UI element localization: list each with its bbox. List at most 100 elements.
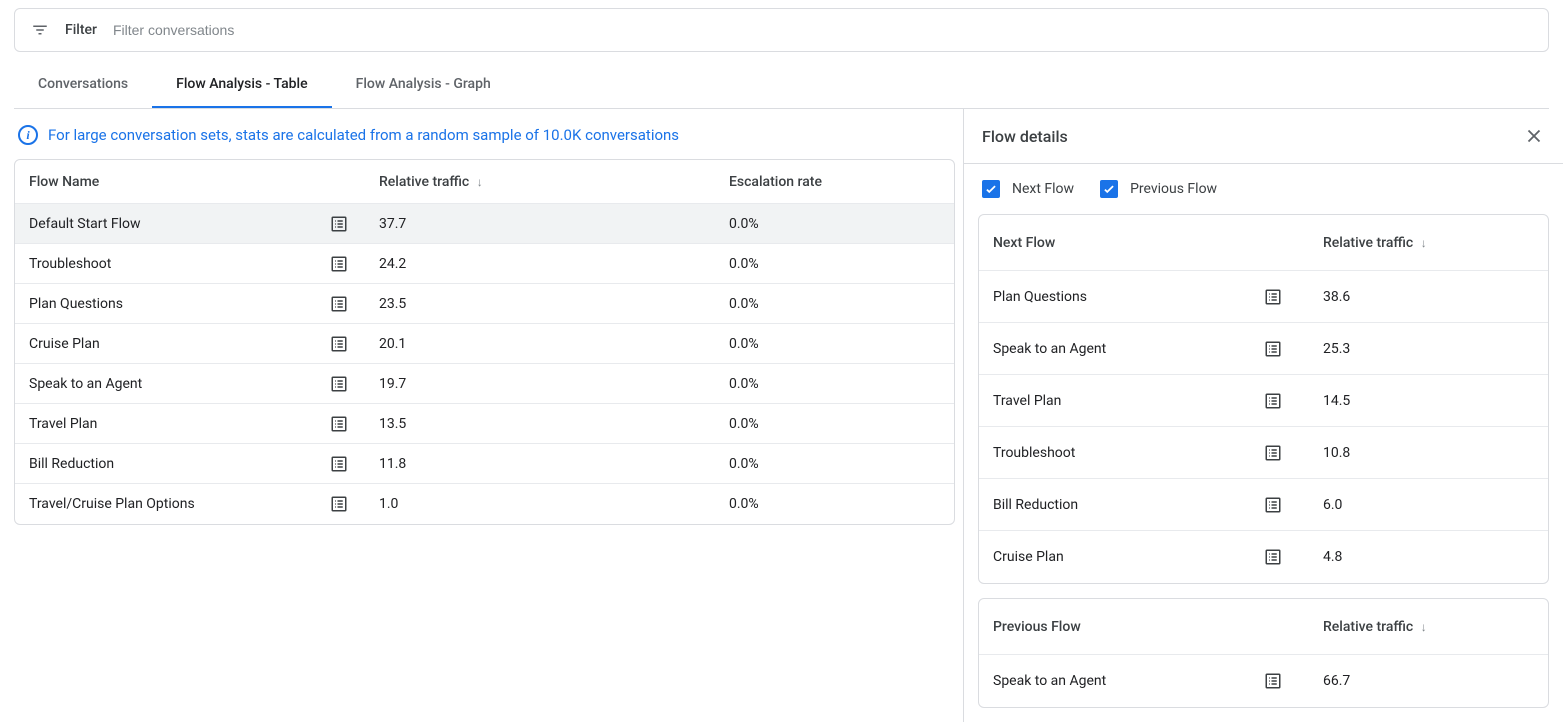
table-row[interactable]: Plan Questions 23.50.0%: [15, 284, 954, 324]
flow-name-cell: Speak to an Agent: [993, 341, 1263, 357]
traffic-cell: 38.6: [1323, 289, 1534, 305]
previous-flow-col-traffic-label: Relative traffic: [1323, 619, 1413, 635]
flow-name-cell: Travel/Cruise Plan Options: [29, 496, 329, 512]
flow-name-cell: Bill Reduction: [993, 497, 1263, 513]
traffic-cell: 20.1: [379, 336, 729, 352]
escalation-cell: 0.0%: [729, 496, 940, 512]
main-panel: i For large conversation sets, stats are…: [0, 109, 955, 525]
table-row[interactable]: Travel/Cruise Plan Options 1.00.0%: [15, 484, 954, 524]
col-escalation-rate[interactable]: Escalation rate: [729, 174, 940, 190]
list-icon[interactable]: [329, 414, 349, 434]
previous-flow-table: Previous Flow Relative traffic ↓ Speak t…: [978, 598, 1549, 708]
traffic-cell: 25.3: [1323, 341, 1534, 357]
tabs: Conversations Flow Analysis - Table Flow…: [14, 52, 1549, 109]
filter-icon: [31, 21, 49, 39]
previous-flow-table-header: Previous Flow Relative traffic ↓: [979, 599, 1548, 655]
traffic-cell: 13.5: [379, 416, 729, 432]
previous-flow-checkbox[interactable]: [1100, 180, 1118, 198]
flow-name-cell: Cruise Plan: [29, 336, 329, 352]
flow-name-cell: Troubleshoot: [29, 256, 329, 272]
traffic-cell: 14.5: [1323, 393, 1534, 409]
next-flow-col-name[interactable]: Next Flow: [993, 235, 1263, 251]
table-row[interactable]: Travel Plan 13.50.0%: [15, 404, 954, 444]
filter-bar: Filter: [14, 8, 1549, 52]
table-row[interactable]: Speak to an Agent 25.3: [979, 323, 1548, 375]
table-row[interactable]: Troubleshoot 10.8: [979, 427, 1548, 479]
tab-flow-analysis-graph[interactable]: Flow Analysis - Graph: [332, 62, 515, 108]
traffic-cell: 37.7: [379, 216, 729, 232]
flow-name-cell: Speak to an Agent: [29, 376, 329, 392]
close-button[interactable]: [1523, 125, 1545, 147]
previous-flow-col-name[interactable]: Previous Flow: [993, 619, 1263, 635]
tab-flow-analysis-table[interactable]: Flow Analysis - Table: [152, 62, 332, 108]
traffic-cell: 66.7: [1323, 673, 1534, 689]
traffic-cell: 4.8: [1323, 549, 1534, 565]
col-relative-traffic[interactable]: Relative traffic ↓: [379, 174, 729, 190]
escalation-cell: 0.0%: [729, 256, 940, 272]
flow-details-header: Flow details: [964, 109, 1563, 164]
next-flow-col-traffic[interactable]: Relative traffic ↓: [1323, 235, 1534, 251]
table-row[interactable]: Speak to an Agent 66.7: [979, 655, 1548, 707]
list-icon[interactable]: [1263, 339, 1283, 359]
escalation-cell: 0.0%: [729, 336, 940, 352]
list-icon[interactable]: [329, 494, 349, 514]
escalation-cell: 0.0%: [729, 296, 940, 312]
traffic-cell: 24.2: [379, 256, 729, 272]
list-icon[interactable]: [1263, 287, 1283, 307]
traffic-cell: 1.0: [379, 496, 729, 512]
list-icon[interactable]: [1263, 547, 1283, 567]
flow-table: Flow Name Relative traffic ↓ Escalation …: [14, 159, 955, 525]
checkbox-row: Next Flow Previous Flow: [964, 164, 1563, 208]
list-icon[interactable]: [1263, 495, 1283, 515]
previous-flow-checkbox-label: Previous Flow: [1130, 181, 1217, 197]
col-flow-name[interactable]: Flow Name: [29, 174, 329, 190]
table-row[interactable]: Bill Reduction 6.0: [979, 479, 1548, 531]
list-icon[interactable]: [329, 214, 349, 234]
flow-name-cell: Travel Plan: [29, 416, 329, 432]
flow-name-cell: Troubleshoot: [993, 445, 1263, 461]
flow-name-cell: Plan Questions: [29, 296, 329, 312]
table-row[interactable]: Speak to an Agent19.70.0%: [15, 364, 954, 404]
sort-desc-icon: ↓: [1421, 620, 1427, 634]
flow-details-panel: Flow details Next Flow Previous Flow Nex…: [963, 109, 1563, 722]
list-icon[interactable]: [1263, 443, 1283, 463]
flow-name-cell: Plan Questions: [993, 289, 1263, 305]
flow-name-cell: Bill Reduction: [29, 456, 329, 472]
table-row[interactable]: Bill Reduction11.80.0%: [15, 444, 954, 484]
previous-flow-col-traffic[interactable]: Relative traffic ↓: [1323, 619, 1534, 635]
flow-details-title: Flow details: [982, 127, 1068, 146]
col-relative-traffic-label: Relative traffic: [379, 174, 469, 190]
table-row[interactable]: Cruise Plan 20.10.0%: [15, 324, 954, 364]
list-icon[interactable]: [329, 254, 349, 274]
table-row[interactable]: Cruise Plan4.8: [979, 531, 1548, 583]
filter-label: Filter: [65, 22, 97, 38]
flow-name-cell: Default Start Flow: [29, 216, 329, 232]
info-icon: i: [18, 125, 38, 145]
flow-name-cell: Speak to an Agent: [993, 673, 1263, 689]
traffic-cell: 19.7: [379, 376, 729, 392]
table-row[interactable]: Travel Plan14.5: [979, 375, 1548, 427]
tab-conversations[interactable]: Conversations: [14, 62, 152, 108]
list-icon[interactable]: [329, 294, 349, 314]
next-flow-checkbox-label: Next Flow: [1012, 181, 1074, 197]
traffic-cell: 23.5: [379, 296, 729, 312]
list-icon[interactable]: [1263, 671, 1283, 691]
escalation-cell: 0.0%: [729, 456, 940, 472]
table-row[interactable]: Plan Questions 38.6: [979, 271, 1548, 323]
list-icon[interactable]: [329, 454, 349, 474]
next-flow-checkbox[interactable]: [982, 180, 1000, 198]
info-banner-text: For large conversation sets, stats are c…: [48, 126, 679, 144]
list-icon[interactable]: [1263, 391, 1283, 411]
traffic-cell: 10.8: [1323, 445, 1534, 461]
table-row[interactable]: Default Start Flow 37.70.0%: [15, 204, 954, 244]
sort-desc-icon: ↓: [477, 175, 483, 189]
escalation-cell: 0.0%: [729, 216, 940, 232]
escalation-cell: 0.0%: [729, 416, 940, 432]
table-row[interactable]: Troubleshoot 24.20.0%: [15, 244, 954, 284]
list-icon[interactable]: [329, 334, 349, 354]
info-banner: i For large conversation sets, stats are…: [14, 109, 955, 159]
traffic-cell: 6.0: [1323, 497, 1534, 513]
next-flow-table: Next Flow Relative traffic ↓ Plan Questi…: [978, 214, 1549, 584]
list-icon[interactable]: [329, 374, 349, 394]
filter-input[interactable]: [113, 22, 1532, 38]
